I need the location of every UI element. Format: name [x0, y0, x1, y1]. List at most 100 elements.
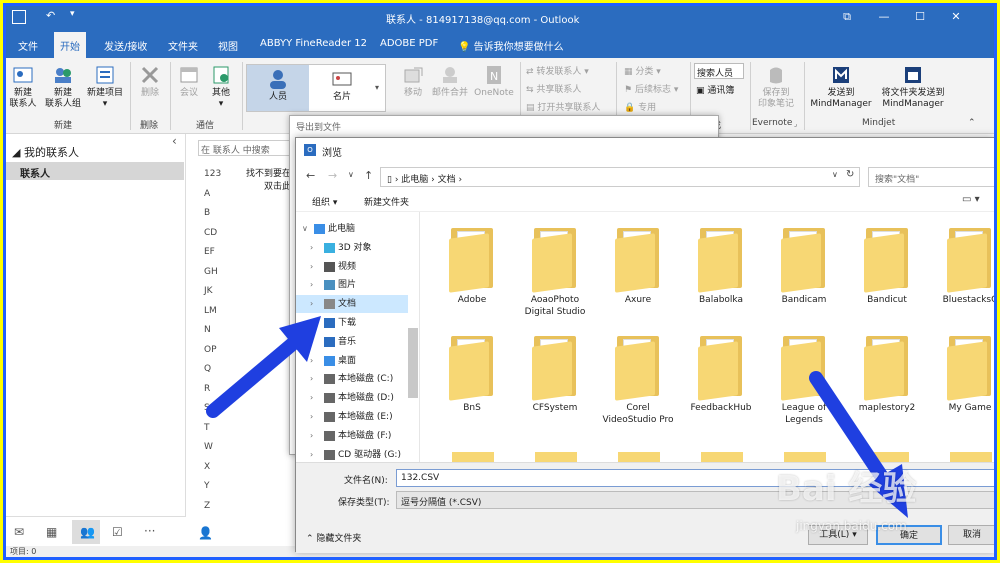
tree-item[interactable]: › 下载: [296, 314, 408, 332]
gallery-more-icon[interactable]: ▾: [375, 83, 379, 92]
dialog-launcher-icon[interactable]: ⌟: [794, 120, 797, 128]
new-folder-button[interactable]: 新建文件夹: [364, 195, 409, 208]
forward-arrow-icon[interactable]: →: [328, 169, 337, 182]
tab-send-receive[interactable]: 发送/接收: [98, 36, 153, 55]
alphabet-index-item[interactable]: W: [204, 442, 213, 452]
contacts-folder-item[interactable]: 联系人: [6, 162, 184, 180]
tab-adobe-pdf[interactable]: ADOBE PDF: [374, 36, 444, 51]
collapsed-chevron-icon[interactable]: ›: [310, 370, 313, 388]
collapsed-chevron-icon[interactable]: ›: [310, 333, 313, 351]
quick-access-dropdown-icon[interactable]: ▾: [70, 9, 75, 19]
tree-item[interactable]: › 本地磁盘 (F:): [296, 427, 408, 445]
folder-item[interactable]: Bandicam: [764, 228, 844, 306]
breadcrumb-documents[interactable]: 文档: [438, 175, 456, 185]
folder-item-partial[interactable]: [618, 452, 660, 462]
private-button[interactable]: 🔒 专用: [624, 100, 656, 113]
collapsed-chevron-icon[interactable]: ›: [310, 258, 313, 276]
folder-item[interactable]: Balabolka: [681, 228, 761, 306]
folder-item[interactable]: BluestacksC: [930, 228, 994, 306]
view-people-button[interactable]: 人员: [247, 65, 309, 111]
tree-item[interactable]: › 桌面: [296, 352, 408, 370]
tree-item[interactable]: › 文档: [296, 295, 408, 314]
tab-folder[interactable]: 文件夹: [162, 36, 204, 55]
tree-item[interactable]: › 图片: [296, 276, 408, 294]
onenote-button[interactable]: N OneNote: [472, 64, 516, 99]
alphabet-index-item[interactable]: X: [204, 462, 210, 472]
path-dropdown-icon[interactable]: ∨: [832, 170, 838, 179]
folder-item[interactable]: Bandicut: [847, 228, 927, 306]
tab-abbyy[interactable]: ABBYY FineReader 12: [254, 36, 373, 51]
search-people-input[interactable]: 搜索人员: [694, 63, 744, 79]
collapsed-chevron-icon[interactable]: ›: [310, 276, 313, 294]
collapse-pane-icon[interactable]: ‹: [172, 134, 177, 148]
folder-item[interactable]: FeedbackHub: [681, 336, 761, 414]
folder-item[interactable]: Corel VideoStudio Pro: [598, 336, 678, 426]
contact-card-small-icon[interactable]: 👤: [198, 526, 213, 540]
collapse-ribbon-icon[interactable]: ⌃: [968, 118, 976, 128]
up-arrow-icon[interactable]: ↑: [364, 169, 373, 182]
collapsed-chevron-icon[interactable]: ›: [310, 314, 313, 332]
my-contacts-header[interactable]: ◢ 我的联系人: [12, 144, 79, 160]
alphabet-index-item[interactable]: OP: [204, 345, 217, 355]
open-shared-contacts-button[interactable]: ▤ 打开共享联系人: [526, 100, 600, 113]
tree-item[interactable]: › 本地磁盘 (C:): [296, 370, 408, 388]
alphabet-index-item[interactable]: LM: [204, 306, 217, 316]
view-card-button[interactable]: 名片: [311, 65, 373, 111]
collapsed-chevron-icon[interactable]: ›: [310, 239, 313, 257]
tree-item[interactable]: › 本地磁盘 (D:): [296, 389, 408, 407]
alphabet-index-item[interactable]: JK: [204, 286, 213, 296]
collapsed-chevron-icon[interactable]: ›: [310, 352, 313, 370]
collapsed-chevron-icon[interactable]: ›: [310, 295, 313, 313]
mail-icon[interactable]: ✉: [14, 525, 24, 539]
recent-locations-icon[interactable]: ∨: [348, 170, 354, 179]
alphabet-index-item[interactable]: Q: [204, 364, 211, 374]
maximize-button[interactable]: ☐: [912, 9, 928, 25]
send-to-mindmanager-button[interactable]: 发送到 MindManager: [806, 64, 876, 110]
folder-item-partial[interactable]: [950, 452, 992, 462]
collapsed-chevron-icon[interactable]: ›: [310, 427, 313, 445]
cancel-button[interactable]: 取消: [948, 525, 994, 545]
tree-item[interactable]: › 视频: [296, 258, 408, 276]
people-nav-icon[interactable]: 👥: [80, 525, 95, 539]
undo-icon[interactable]: ↶: [46, 9, 55, 22]
calendar-nav-icon[interactable]: ▦: [46, 525, 57, 539]
alphabet-index-item[interactable]: EF: [204, 247, 215, 257]
followup-button[interactable]: ⚑ 后续标志 ▾: [624, 82, 678, 95]
organize-button[interactable]: 组织 ▾: [312, 195, 337, 208]
tab-home[interactable]: 开始: [54, 32, 86, 58]
alphabet-index-item[interactable]: GH: [204, 267, 218, 277]
view-options-icon[interactable]: ▭ ▾: [962, 194, 980, 205]
folder-item[interactable]: Adobe: [432, 228, 512, 306]
expanded-chevron-icon[interactable]: ∨: [302, 220, 308, 238]
address-book-button[interactable]: ▣ 通讯簿: [696, 83, 734, 96]
alphabet-index-item[interactable]: T: [204, 423, 210, 433]
new-items-button[interactable]: 新建项目 ▾: [84, 64, 126, 110]
breadcrumb-this-pc[interactable]: 此电脑: [401, 175, 428, 185]
alphabet-index-item[interactable]: A: [204, 189, 210, 199]
contact-search-input[interactable]: 在 联系人 中搜索: [198, 140, 290, 156]
restore-ribbon-icon[interactable]: ⧉: [839, 9, 855, 25]
tree-item[interactable]: › 音乐: [296, 333, 408, 351]
back-arrow-icon[interactable]: ←: [306, 169, 315, 182]
refresh-icon[interactable]: ↻: [846, 169, 854, 180]
tab-file[interactable]: 文件: [12, 36, 44, 55]
meeting-button[interactable]: 会议: [174, 64, 204, 99]
more-nav-icon[interactable]: ···: [144, 524, 155, 538]
folder-item-partial[interactable]: [535, 452, 577, 462]
documents-search-input[interactable]: 搜索"文档": [868, 167, 994, 187]
tree-item[interactable]: › 本地磁盘 (E:): [296, 408, 408, 426]
alphabet-index-item[interactable]: R: [204, 384, 210, 394]
mail-merge-button[interactable]: 邮件合并: [430, 64, 470, 99]
tree-item[interactable]: ∨ 此电脑: [296, 220, 408, 238]
forward-contact-button[interactable]: ⇄ 转发联系人 ▾: [526, 64, 589, 77]
tree-item[interactable]: › CD 驱动器 (G:): [296, 446, 408, 464]
alphabet-index-item[interactable]: 123: [204, 169, 221, 179]
tasks-nav-icon[interactable]: ☑: [112, 525, 123, 539]
folder-item[interactable]: League of Legends: [764, 336, 844, 426]
alphabet-index-item[interactable]: N: [204, 325, 211, 335]
move-button[interactable]: 移动: [398, 64, 428, 99]
new-contact-group-button[interactable]: 新建 联系人组: [42, 64, 84, 110]
folder-item-partial[interactable]: [701, 452, 743, 462]
alphabet-index-item[interactable]: CD: [204, 228, 217, 238]
send-folder-mindmanager-button[interactable]: 将文件夹发送到 MindManager: [876, 64, 950, 110]
